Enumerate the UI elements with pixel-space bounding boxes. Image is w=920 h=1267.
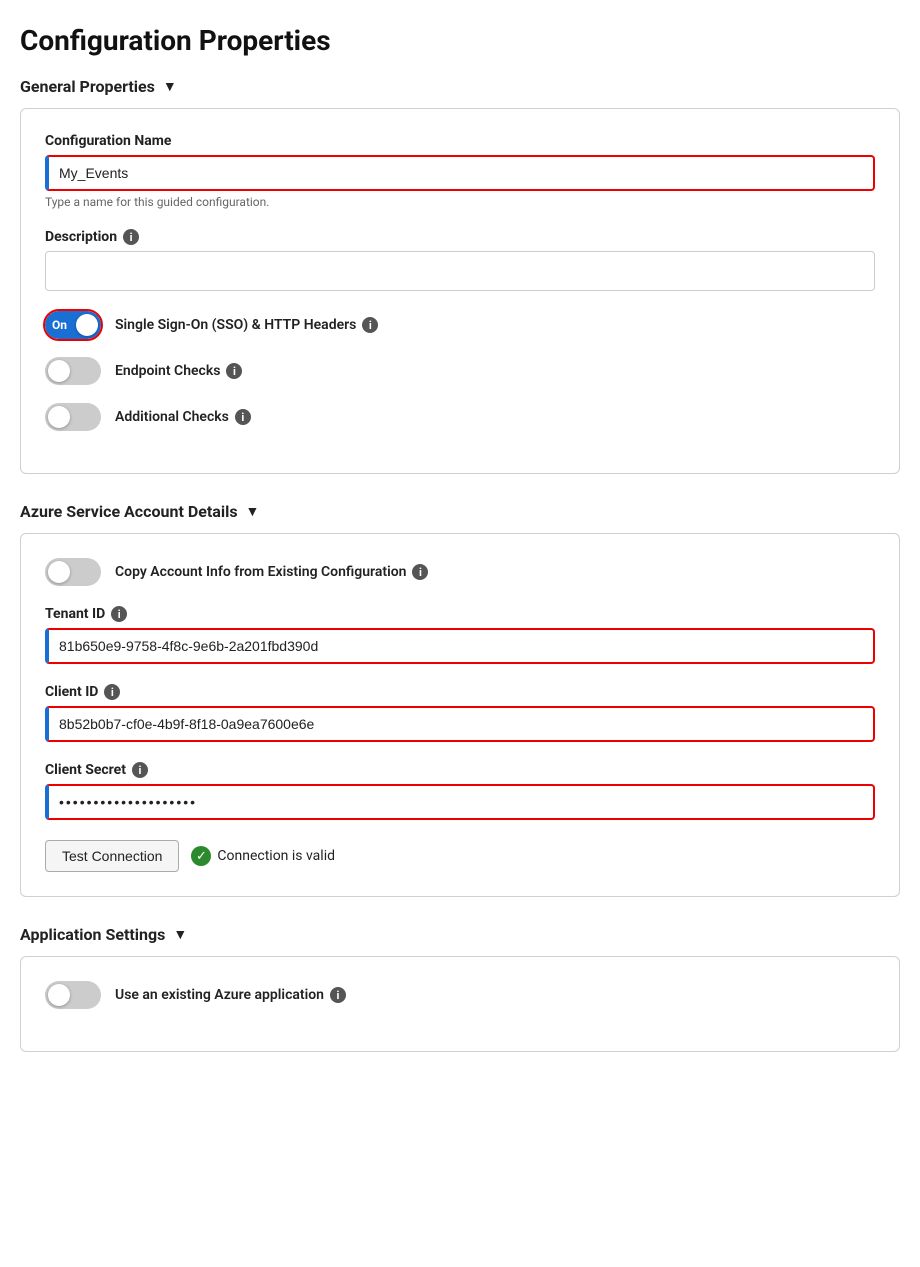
use-existing-toggle[interactable] xyxy=(45,981,101,1009)
client-secret-info-icon[interactable]: i xyxy=(132,762,148,778)
tenant-id-group: Tenant ID i xyxy=(45,606,875,664)
general-properties-header[interactable]: General Properties ▼ xyxy=(20,77,900,96)
sso-toggle[interactable]: On xyxy=(45,311,101,339)
endpoint-toggle-knob xyxy=(48,360,70,382)
copy-account-info-icon[interactable]: i xyxy=(412,564,428,580)
use-existing-toggle-track[interactable] xyxy=(45,981,101,1009)
sso-label: Single Sign-On (SSO) & HTTP Headers i xyxy=(115,317,378,333)
endpoint-toggle-row: Endpoint Checks i xyxy=(45,357,875,385)
connection-status: ✓ Connection is valid xyxy=(191,846,335,866)
tenant-id-info-icon[interactable]: i xyxy=(111,606,127,622)
app-settings-label: Application Settings xyxy=(20,925,165,944)
client-secret-label: Client Secret i xyxy=(45,762,875,778)
sso-toggle-track[interactable]: On xyxy=(45,311,101,339)
client-secret-group: Client Secret i xyxy=(45,762,875,820)
description-info-icon[interactable]: i xyxy=(123,229,139,245)
client-id-input[interactable] xyxy=(45,706,875,742)
app-settings-header[interactable]: Application Settings ▼ xyxy=(20,925,900,944)
test-connection-row: Test Connection ✓ Connection is valid xyxy=(45,840,875,872)
config-name-hint: Type a name for this guided configuratio… xyxy=(45,195,875,209)
client-id-info-icon[interactable]: i xyxy=(104,684,120,700)
endpoint-toggle[interactable] xyxy=(45,357,101,385)
endpoint-label: Endpoint Checks i xyxy=(115,363,242,379)
general-properties-label: General Properties xyxy=(20,77,155,96)
tenant-id-label: Tenant ID i xyxy=(45,606,875,622)
use-existing-info-icon[interactable]: i xyxy=(330,987,346,1003)
sso-toggle-knob xyxy=(76,314,98,336)
additional-toggle-track[interactable] xyxy=(45,403,101,431)
client-id-group: Client ID i xyxy=(45,684,875,742)
copy-account-toggle-row: Copy Account Info from Existing Configur… xyxy=(45,558,875,586)
test-connection-button[interactable]: Test Connection xyxy=(45,840,179,872)
endpoint-info-icon[interactable]: i xyxy=(226,363,242,379)
sso-toggle-label: On xyxy=(52,318,67,332)
tenant-id-input[interactable] xyxy=(45,628,875,664)
sso-toggle-wrapper[interactable]: On xyxy=(45,311,101,339)
copy-account-toggle[interactable] xyxy=(45,558,101,586)
description-label: Description i xyxy=(45,229,875,245)
copy-account-toggle-knob xyxy=(48,561,70,583)
azure-service-card: Copy Account Info from Existing Configur… xyxy=(20,533,900,897)
azure-service-header[interactable]: Azure Service Account Details ▼ xyxy=(20,502,900,521)
general-properties-chevron: ▼ xyxy=(163,78,177,95)
client-id-label: Client ID i xyxy=(45,684,875,700)
additional-info-icon[interactable]: i xyxy=(235,409,251,425)
azure-service-chevron: ▼ xyxy=(246,503,260,520)
description-input[interactable] xyxy=(45,251,875,291)
use-existing-label: Use an existing Azure application i xyxy=(115,987,346,1003)
additional-toggle-knob xyxy=(48,406,70,428)
use-existing-toggle-knob xyxy=(48,984,70,1006)
endpoint-toggle-track[interactable] xyxy=(45,357,101,385)
config-name-label: Configuration Name xyxy=(45,133,875,149)
additional-label: Additional Checks i xyxy=(115,409,251,425)
additional-toggle-row: Additional Checks i xyxy=(45,403,875,431)
client-secret-input[interactable] xyxy=(45,784,875,820)
config-name-input[interactable] xyxy=(45,155,875,191)
general-properties-card: Configuration Name Type a name for this … xyxy=(20,108,900,474)
page-title: Configuration Properties xyxy=(20,24,900,57)
app-settings-chevron: ▼ xyxy=(173,926,187,943)
config-name-group: Configuration Name Type a name for this … xyxy=(45,133,875,209)
app-settings-card: Use an existing Azure application i xyxy=(20,956,900,1052)
additional-toggle[interactable] xyxy=(45,403,101,431)
azure-service-label: Azure Service Account Details xyxy=(20,502,238,521)
sso-toggle-row: On Single Sign-On (SSO) & HTTP Headers i xyxy=(45,311,875,339)
copy-account-label: Copy Account Info from Existing Configur… xyxy=(115,564,428,580)
description-group: Description i xyxy=(45,229,875,291)
connection-valid-icon: ✓ xyxy=(191,846,211,866)
copy-account-toggle-track[interactable] xyxy=(45,558,101,586)
sso-info-icon[interactable]: i xyxy=(362,317,378,333)
use-existing-toggle-row: Use an existing Azure application i xyxy=(45,981,875,1009)
connection-status-text: Connection is valid xyxy=(217,848,335,864)
